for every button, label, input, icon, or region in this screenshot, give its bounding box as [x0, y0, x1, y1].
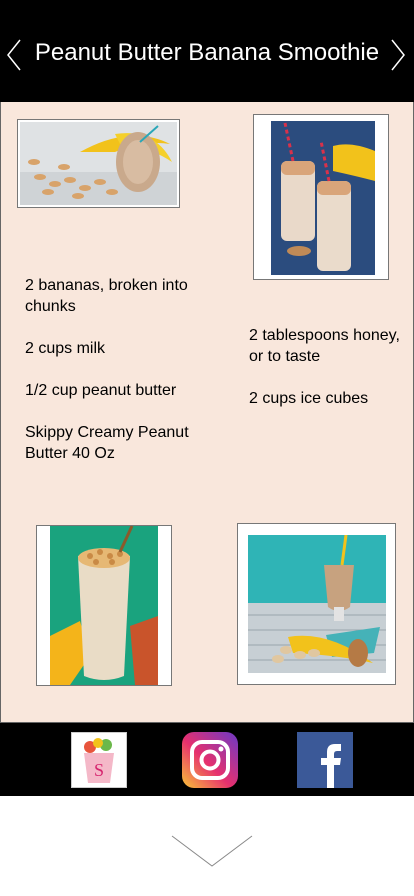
ingredient-item: 1/2 cup peanut butter	[25, 382, 177, 399]
recipe-content: 2 bananas, broken into chunks 2 cups mil…	[0, 102, 414, 723]
ingredient-list-left: 2 bananas, broken into chunks 2 cups mil…	[25, 275, 225, 485]
smoothie-photo-3	[36, 525, 172, 686]
ingredient-item: 2 bananas, broken into chunks	[25, 277, 188, 315]
ingredient-item: Skippy Creamy Peanut Butter 40 Oz	[25, 424, 189, 462]
header-bar: Peanut Butter Banana Smoothie	[0, 0, 414, 102]
footer-bar: S	[0, 723, 414, 796]
chevron-down-icon[interactable]	[170, 834, 254, 868]
page-title: Peanut Butter Banana Smoothie	[34, 39, 380, 66]
smoothie-photo-2	[253, 114, 389, 280]
facebook-icon[interactable]	[297, 732, 353, 788]
ingredient-item: 2 cups milk	[25, 340, 106, 357]
ingredient-list-right: 2 tablespoons honey, or to taste 2 cups …	[249, 325, 401, 430]
smoothie-photo-1	[17, 119, 180, 208]
chevron-right-icon[interactable]	[390, 38, 406, 72]
smoothie-photo-4	[237, 523, 396, 685]
instagram-icon[interactable]	[182, 732, 238, 788]
svg-text:S: S	[94, 760, 104, 780]
ingredient-item: 2 cups ice cubes	[249, 390, 369, 407]
smoothie-app-icon[interactable]: S	[71, 732, 127, 788]
ingredient-item: 2 tablespoons honey, or to taste	[249, 327, 400, 365]
